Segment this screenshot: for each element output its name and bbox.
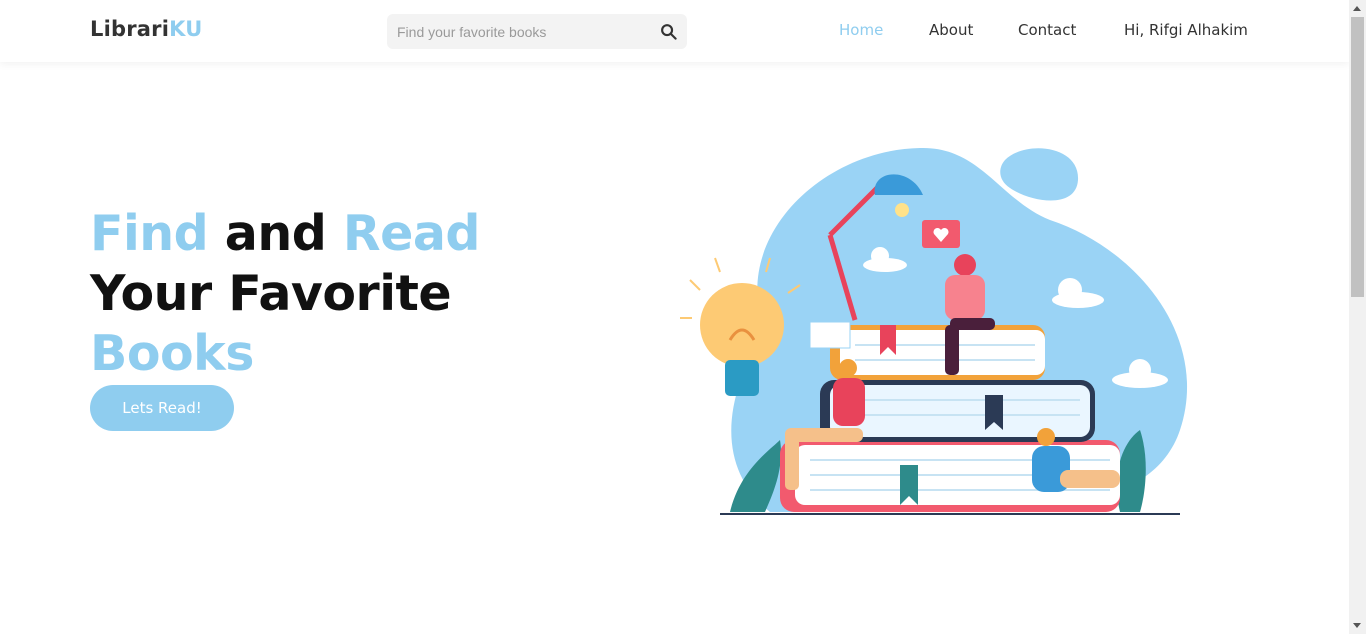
hero-word-read: Read	[342, 205, 481, 262]
search-input[interactable]	[387, 14, 652, 49]
nav-about-link[interactable]: About	[929, 21, 973, 39]
reading-illustration	[680, 147, 1188, 515]
brand-accent: KU	[169, 17, 203, 41]
hero-word-books: Books	[90, 325, 254, 382]
scroll-down-arrow-icon[interactable]	[1353, 623, 1361, 628]
user-greeting[interactable]: Hi, Rifgi Alhakim	[1124, 21, 1248, 39]
hero-line-favorite: Your Favorite	[90, 265, 452, 322]
scroll-up-arrow-icon[interactable]	[1353, 6, 1361, 11]
blob-dot	[1000, 148, 1079, 201]
search-icon[interactable]	[660, 23, 677, 40]
brand-logo[interactable]: LibrariKU	[90, 17, 202, 41]
navbar: LibrariKU Home About Contact Hi, Rifgi A…	[0, 0, 1349, 62]
brand-name: Librari	[90, 17, 170, 41]
note-card-icon	[809, 321, 851, 349]
vertical-scrollbar[interactable]	[1349, 0, 1366, 634]
heart-bubble-icon	[922, 220, 960, 248]
hero-title: Find and Read Your Favorite Books	[90, 204, 481, 384]
nav-contact-link[interactable]: Contact	[1018, 21, 1076, 39]
hero-word-find: Find	[90, 205, 209, 262]
lets-read-button[interactable]: Lets Read!	[90, 385, 234, 431]
nav-home-link[interactable]: Home	[839, 21, 883, 39]
search-bar	[387, 14, 687, 49]
scrollbar-thumb[interactable]	[1351, 17, 1364, 297]
hero-word-and: and	[208, 205, 343, 262]
